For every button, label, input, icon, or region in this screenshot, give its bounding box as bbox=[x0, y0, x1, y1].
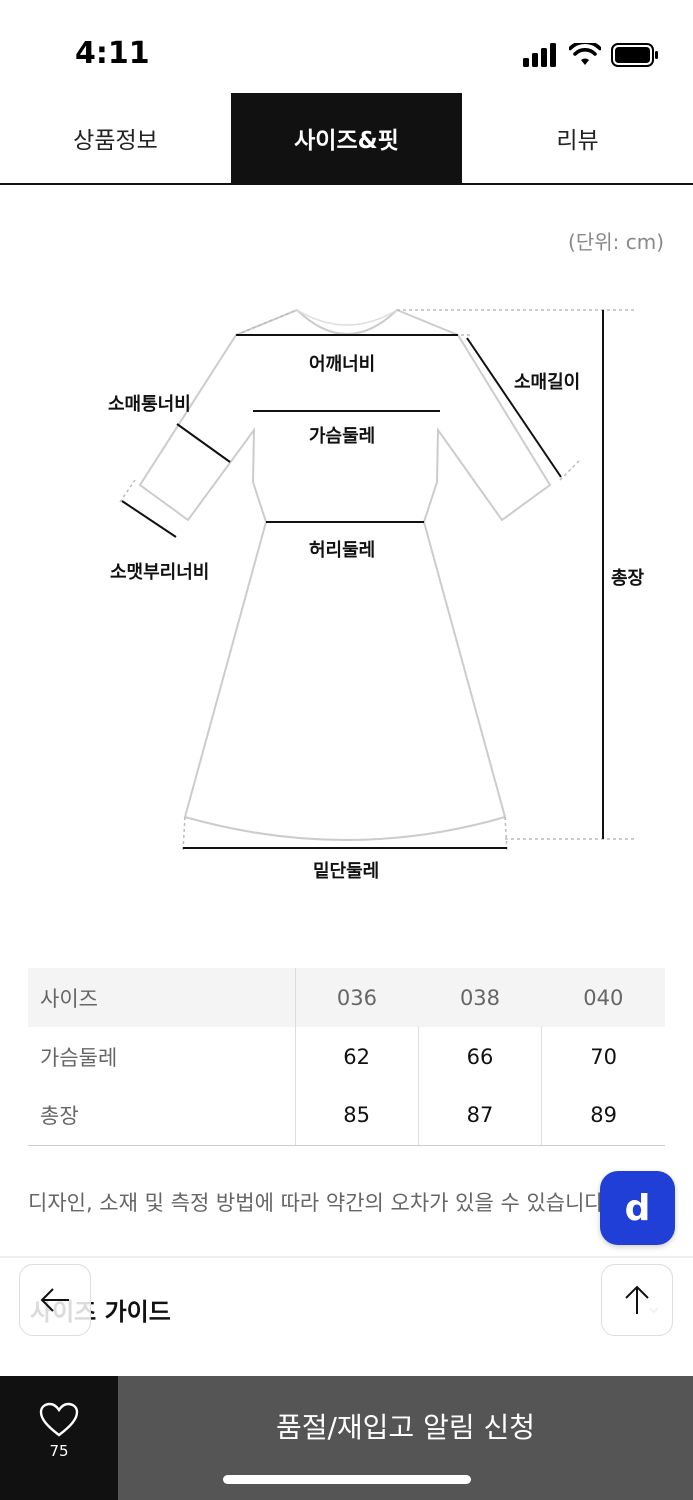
label-cuff-width: 소맷부리너비 bbox=[110, 562, 210, 583]
row-label: 총장 bbox=[28, 1086, 296, 1146]
size-col: 040 bbox=[583, 985, 624, 1010]
size-guide-row[interactable]: 사이즈 가이드 ⌄ bbox=[0, 1258, 693, 1376]
like-count: 75 bbox=[49, 1442, 69, 1460]
label-waist: 허리둘레 bbox=[309, 540, 376, 561]
label-hem: 밑단둘레 bbox=[313, 861, 380, 882]
tab-reviews[interactable]: 리뷰 bbox=[462, 93, 693, 183]
tab-product-info[interactable]: 상품정보 bbox=[0, 93, 231, 183]
table-row: 가슴둘레 62 66 70 bbox=[28, 1027, 665, 1086]
unit-label: (단위: cm) bbox=[568, 230, 664, 254]
dress-illustration bbox=[119, 308, 637, 851]
size-table: 사이즈 036 038 040 가슴둘레 62 66 70 총장 85 87 8… bbox=[28, 968, 665, 1146]
cellular-signal-icon bbox=[523, 43, 556, 67]
table-row: 총장 85 87 89 bbox=[28, 1086, 665, 1146]
size-diagram: 어깨너비 소매길이 소매통너비 가슴둘레 소맷부리너비 허리둘레 총장 밑단둘레 bbox=[0, 290, 693, 890]
status-time: 4:11 bbox=[75, 36, 150, 71]
tab-size-fit[interactable]: 사이즈&핏 bbox=[231, 93, 462, 183]
app-fab-button[interactable]: d bbox=[600, 1171, 675, 1245]
table-cell: 87 bbox=[418, 1086, 543, 1146]
heart-icon bbox=[39, 1402, 79, 1437]
measurement-disclaimer: 디자인, 소재 및 측정 방법에 따라 약간의 오차가 있을 수 있습니다. bbox=[28, 1191, 608, 1215]
wifi-icon bbox=[569, 43, 601, 65]
table-cell: 70 bbox=[590, 1044, 617, 1069]
row-label: 가슴둘레 bbox=[28, 1027, 296, 1086]
size-col: 036 bbox=[336, 985, 377, 1010]
table-cell: 89 bbox=[541, 1086, 665, 1146]
size-table-header: 사이즈 036 038 040 bbox=[28, 968, 665, 1027]
status-icons bbox=[523, 40, 659, 70]
like-button[interactable]: 75 bbox=[0, 1376, 118, 1500]
product-tabs: 상품정보 사이즈&핏 리뷰 bbox=[0, 93, 693, 185]
home-indicator bbox=[223, 1475, 471, 1484]
label-chest: 가슴둘레 bbox=[309, 426, 376, 447]
arrow-up-icon bbox=[625, 1285, 649, 1314]
label-sleeve-length: 소매길이 bbox=[514, 372, 581, 393]
size-col: 038 bbox=[459, 985, 501, 1010]
label-total-length: 총장 bbox=[611, 568, 645, 589]
table-cell: 66 bbox=[418, 1027, 543, 1086]
status-bar: 4:11 bbox=[0, 0, 693, 92]
scroll-top-button[interactable] bbox=[601, 1264, 673, 1336]
battery-icon bbox=[611, 43, 658, 67]
table-cell: 62 bbox=[295, 1027, 419, 1086]
size-header-label: 사이즈 bbox=[28, 968, 296, 1027]
arrow-left-icon bbox=[40, 1288, 69, 1312]
back-button[interactable] bbox=[19, 1264, 91, 1336]
label-sleeve-width: 소매통너비 bbox=[108, 394, 191, 415]
table-cell: 85 bbox=[295, 1086, 419, 1146]
label-shoulder-width: 어깨너비 bbox=[309, 354, 376, 375]
